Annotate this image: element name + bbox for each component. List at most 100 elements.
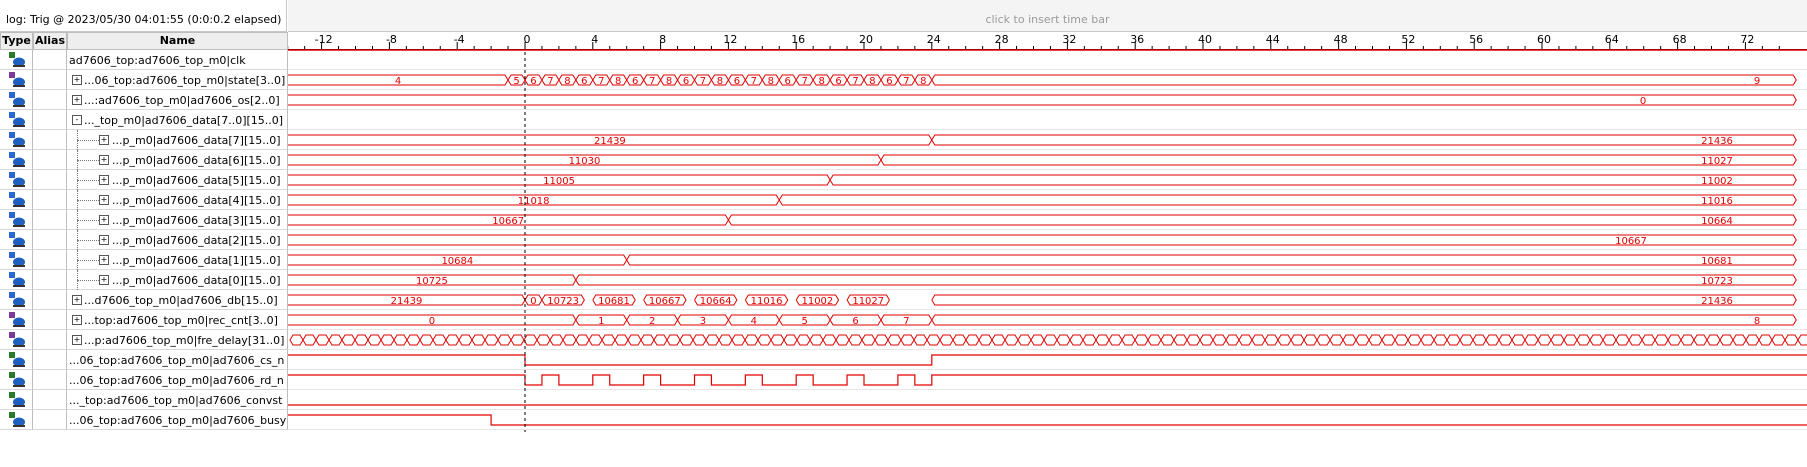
- waveform-row[interactable]: [288, 404, 1807, 410]
- name-cell[interactable]: ...06_top:ad7606_top_m0|ad7606_cs_n: [67, 350, 288, 370]
- waveform-row[interactable]: [288, 414, 1807, 430]
- signal-row[interactable]: + ...p_m0|ad7606_data[0][15..0]: [0, 270, 288, 290]
- name-cell[interactable]: + ...top:ad7606_top_m0|rec_cnt[3..0]: [67, 310, 288, 330]
- waveform-row[interactable]: 456786786786786786786786789: [288, 74, 1807, 90]
- combinational-icon: [9, 92, 25, 107]
- expand-icon[interactable]: +: [99, 235, 109, 245]
- signal-row[interactable]: ad7606_top:ad7606_top_m0|clk: [0, 50, 288, 70]
- waveform-row[interactable]: 0 1 2 3 4 5 6 7 8: [288, 314, 1807, 330]
- alias-cell[interactable]: [33, 190, 67, 210]
- waveform-row[interactable]: 0: [288, 94, 1807, 110]
- alias-cell[interactable]: [33, 70, 67, 90]
- waveform-row[interactable]: [288, 334, 1807, 350]
- name-cell[interactable]: ...06_top:ad7606_top_m0|ad7606_busy: [67, 410, 288, 430]
- expand-icon[interactable]: +: [99, 175, 109, 185]
- waveform-row[interactable]: 21439 0 10723 10681 10667 10664 11016 11002 1102…: [288, 294, 1807, 310]
- waveform-row[interactable]: 10684 10681: [288, 254, 1807, 270]
- alias-cell[interactable]: [33, 290, 67, 310]
- expand-icon[interactable]: +: [99, 155, 109, 165]
- alias-cell[interactable]: [33, 210, 67, 230]
- expand-icon[interactable]: +: [72, 95, 82, 105]
- alias-cell[interactable]: [33, 330, 67, 350]
- alias-cell[interactable]: [33, 150, 67, 170]
- name-cell[interactable]: + ...p_m0|ad7606_data[1][15..0]: [67, 250, 288, 270]
- name-cell[interactable]: + ...06_top:ad7606_top_m0|state[3..0]: [67, 70, 288, 90]
- alias-cell[interactable]: [33, 230, 67, 250]
- expand-icon[interactable]: +: [99, 255, 109, 265]
- signal-row[interactable]: + ...p_m0|ad7606_data[1][15..0]: [0, 250, 288, 270]
- waveform-row[interactable]: 11018 11016: [288, 194, 1807, 210]
- waveform-row[interactable]: [288, 374, 1807, 390]
- log-title-bar: log: Trig @ 2023/05/30 04:01:55 (0:0:0.2…: [0, 0, 287, 32]
- alias-cell[interactable]: [33, 50, 67, 70]
- expand-icon[interactable]: +: [72, 75, 82, 85]
- signal-row[interactable]: ...06_top:ad7606_top_m0|ad7606_busy: [0, 410, 288, 430]
- waveform-row[interactable]: [288, 354, 1807, 370]
- name-cell[interactable]: - ..._top_m0|ad7606_data[7..0][15..0]: [67, 110, 288, 130]
- name-cell[interactable]: + ...:ad7606_top_m0|ad7606_os[2..0]: [67, 90, 288, 110]
- name-cell[interactable]: + ...p_m0|ad7606_data[3][15..0]: [67, 210, 288, 230]
- name-cell[interactable]: + ...p_m0|ad7606_data[7][15..0]: [67, 130, 288, 150]
- name-cell[interactable]: ad7606_top:ad7606_top_m0|clk: [67, 50, 288, 70]
- signal-row[interactable]: + ...p_m0|ad7606_data[5][15..0]: [0, 170, 288, 190]
- name-cell[interactable]: + ...d7606_top_m0|ad7606_db[15..0]: [67, 290, 288, 310]
- expand-icon[interactable]: +: [72, 315, 82, 325]
- signal-row[interactable]: ...06_top:ad7606_top_m0|ad7606_cs_n: [0, 350, 288, 370]
- alias-cell[interactable]: [33, 370, 67, 390]
- waveform-row[interactable]: 10667 10664: [288, 214, 1807, 230]
- name-cell[interactable]: + ...p_m0|ad7606_data[4][15..0]: [67, 190, 288, 210]
- signal-row[interactable]: + ...p_m0|ad7606_data[7][15..0]: [0, 130, 288, 150]
- waveform-row[interactable]: 10667: [288, 234, 1807, 250]
- waveform-row[interactable]: 21439 21436: [288, 134, 1807, 150]
- alias-cell[interactable]: [33, 270, 67, 290]
- signal-row[interactable]: + ...top:ad7606_top_m0|rec_cnt[3..0]: [0, 310, 288, 330]
- alias-cell[interactable]: [33, 170, 67, 190]
- expand-icon[interactable]: +: [99, 135, 109, 145]
- name-cell[interactable]: + ...p_m0|ad7606_data[0][15..0]: [67, 270, 288, 290]
- name-cell[interactable]: ...06_top:ad7606_top_m0|ad7606_rd_n: [67, 370, 288, 390]
- name-cell[interactable]: + ...p_m0|ad7606_data[5][15..0]: [67, 170, 288, 190]
- alias-cell[interactable]: [33, 310, 67, 330]
- expand-icon[interactable]: +: [99, 215, 109, 225]
- expand-icon[interactable]: +: [72, 335, 82, 345]
- signal-row[interactable]: + ...p_m0|ad7606_data[6][15..0]: [0, 150, 288, 170]
- name-cell[interactable]: + ...p:ad7606_top_m0|fre_delay[31..0]: [67, 330, 288, 350]
- signal-row[interactable]: + ...06_top:ad7606_top_m0|state[3..0]: [0, 70, 288, 90]
- collapse-icon[interactable]: -: [72, 115, 82, 125]
- alias-cell[interactable]: [33, 110, 67, 130]
- name-cell[interactable]: + ...p_m0|ad7606_data[6][15..0]: [67, 150, 288, 170]
- name-cell[interactable]: + ...p_m0|ad7606_data[2][15..0]: [67, 230, 288, 250]
- bus-toggle-segment: [627, 334, 642, 346]
- name-cell[interactable]: ..._top:ad7606_top_m0|ad7606_convst: [67, 390, 288, 410]
- time-axis-label: 48: [1334, 33, 1348, 46]
- signal-row[interactable]: + ...p:ad7606_top_m0|fre_delay[31..0]: [0, 330, 288, 350]
- signal-row[interactable]: ...06_top:ad7606_top_m0|ad7606_rd_n: [0, 370, 288, 390]
- waveform-row[interactable]: 11005 11002: [288, 174, 1807, 190]
- signal-row[interactable]: - ..._top_m0|ad7606_data[7..0][15..0]: [0, 110, 288, 130]
- expand-icon[interactable]: +: [99, 195, 109, 205]
- signal-row[interactable]: + ...p_m0|ad7606_data[3][15..0]: [0, 210, 288, 230]
- alias-cell[interactable]: [33, 350, 67, 370]
- column-header-type[interactable]: Type: [0, 32, 33, 50]
- waveform-row[interactable]: 11030 11027: [288, 154, 1807, 170]
- signal-row[interactable]: + ...d7606_top_m0|ad7606_db[15..0]: [0, 290, 288, 310]
- time-bar-area[interactable]: click to insert time bar: [288, 0, 1807, 32]
- alias-cell[interactable]: [33, 250, 67, 270]
- bus-toggle-segment: [510, 334, 525, 346]
- alias-cell[interactable]: [33, 90, 67, 110]
- alias-cell[interactable]: [33, 410, 67, 430]
- signal-row[interactable]: + ...:ad7606_top_m0|ad7606_os[2..0]: [0, 90, 288, 110]
- signal-name: ...06_top:ad7606_top_m0|ad7606_busy: [69, 414, 287, 427]
- alias-cell[interactable]: [33, 130, 67, 150]
- signal-row[interactable]: ..._top:ad7606_top_m0|ad7606_convst: [0, 390, 288, 410]
- waveform-row[interactable]: 10725 10723: [288, 274, 1807, 290]
- signal-row[interactable]: + ...p_m0|ad7606_data[4][15..0]: [0, 190, 288, 210]
- bus-toggle-segment: [1472, 334, 1487, 346]
- alias-cell[interactable]: [33, 390, 67, 410]
- waveform-canvas[interactable]: -12 -8 -4 0 4 8 12 16 20 24 28 32 36 40 44 48 52 56 60 64 68…: [288, 32, 1807, 432]
- column-header-name[interactable]: Name: [67, 32, 288, 50]
- signal-row[interactable]: + ...p_m0|ad7606_data[2][15..0]: [0, 230, 288, 250]
- expand-icon[interactable]: +: [72, 295, 82, 305]
- expand-icon[interactable]: +: [99, 275, 109, 285]
- column-header-alias[interactable]: Alias: [33, 32, 67, 50]
